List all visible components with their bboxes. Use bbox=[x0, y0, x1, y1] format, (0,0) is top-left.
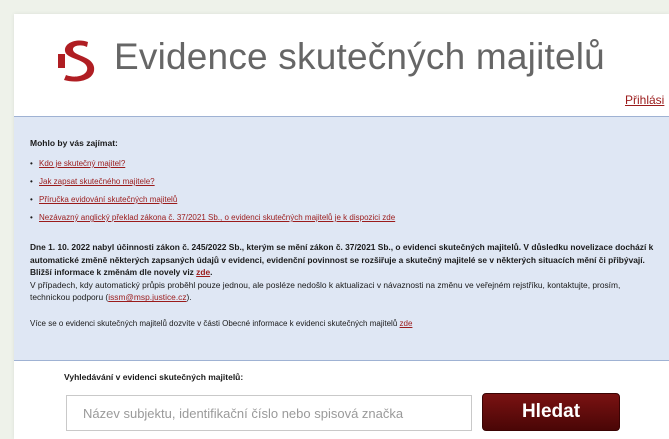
info-heading: Mohlo by vás zajímat: bbox=[30, 138, 118, 148]
more-info: Více se o evidenci skutečných majitelů d… bbox=[30, 318, 412, 330]
link-who-is-owner[interactable]: Kdo je skutečný majitel? bbox=[39, 159, 125, 168]
bullet-icon: • bbox=[30, 213, 33, 222]
info-links-list: • Kdo je skutečný majitel? • Jak zapsat sk… bbox=[30, 158, 395, 230]
list-item: • Jak zapsat skutečného majitele? bbox=[30, 176, 395, 194]
notice-support-paragraph: V případech, kdy automatický průpis prob… bbox=[30, 279, 658, 304]
site-header: Evidence skutečných majitelů Přihlási bbox=[14, 14, 669, 110]
more-info-text: Více se o evidenci skutečných majitelů d… bbox=[30, 319, 400, 328]
search-input[interactable] bbox=[66, 395, 472, 431]
search-label: Vyhledávání v evidenci skutečných majite… bbox=[64, 372, 244, 382]
novelization-notice: Dne 1. 10. 2022 nabyl účinnosti zákon č.… bbox=[30, 241, 658, 304]
notice-bold-text: Dne 1. 10. 2022 nabyl účinnosti zákon č.… bbox=[30, 242, 654, 278]
notice-bold-paragraph: Dne 1. 10. 2022 nabyl účinnosti zákon č.… bbox=[30, 241, 658, 279]
notice-bold-end: . bbox=[210, 267, 213, 278]
bullet-icon: • bbox=[30, 159, 33, 168]
support-email-link[interactable]: issm@msp.justice.cz bbox=[108, 292, 186, 302]
info-panel: Mohlo by vás zajímat: • Kdo je skutečný m… bbox=[14, 116, 669, 361]
list-item: • Nezávazný anglický překlad zákona č. 37… bbox=[30, 212, 395, 230]
list-item: • Kdo je skutečný majitel? bbox=[30, 158, 395, 176]
link-english-translation[interactable]: Nezávazný anglický překlad zákona č. 37/… bbox=[39, 213, 395, 222]
more-info-link[interactable]: zde bbox=[400, 319, 413, 328]
link-how-to-register[interactable]: Jak zapsat skutečného majitele? bbox=[39, 177, 155, 186]
page-container: Evidence skutečných majitelů Přihlási Mo… bbox=[14, 14, 669, 439]
site-title: Evidence skutečných majitelů bbox=[114, 36, 605, 77]
notice-support-end: ). bbox=[186, 292, 192, 303]
logo-icon[interactable] bbox=[58, 38, 98, 82]
list-item: • Příručka evidování skutečných majitelů bbox=[30, 194, 395, 212]
bullet-icon: • bbox=[30, 195, 33, 204]
bullet-icon: • bbox=[30, 177, 33, 186]
search-button[interactable]: Hledat bbox=[482, 393, 620, 431]
link-handbook[interactable]: Příručka evidování skutečných majitelů bbox=[39, 195, 177, 204]
notice-detail-link[interactable]: zde bbox=[196, 267, 210, 277]
login-link[interactable]: Přihlási bbox=[625, 93, 664, 107]
